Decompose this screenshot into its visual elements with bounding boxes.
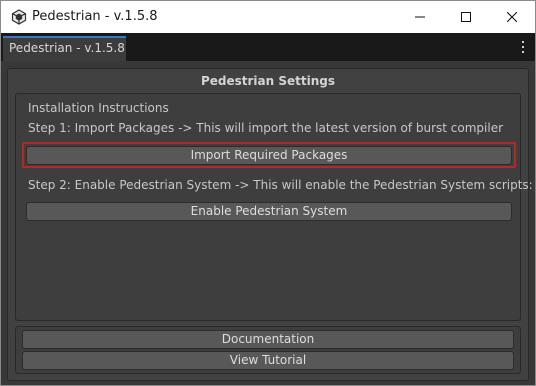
minimize-button[interactable] — [397, 1, 443, 33]
enable-system-button[interactable]: Enable Pedestrian System — [26, 202, 512, 221]
import-packages-button[interactable]: Import Required Packages — [26, 146, 512, 165]
step2-text: Step 2: Enable Pedestrian System -> This… — [28, 178, 533, 192]
maximize-button[interactable] — [443, 1, 489, 33]
installation-header: Installation Instructions — [28, 101, 169, 115]
window-title: Pedestrian - v.1.5.8 — [32, 9, 158, 24]
tab-pedestrian[interactable]: Pedestrian - v.1.5.8 — [3, 36, 126, 61]
documentation-button[interactable]: Documentation — [22, 330, 514, 349]
close-button[interactable] — [489, 1, 535, 33]
editor-window: Pedestrian - v.1.5.8 Pedestrian - v.1.5.… — [0, 0, 536, 386]
unity-icon — [11, 9, 27, 25]
title-bar[interactable]: Pedestrian - v.1.5.8 — [1, 1, 535, 33]
settings-panel: Pedestrian Settings Installation Instruc… — [7, 68, 533, 381]
maximize-icon — [461, 12, 471, 22]
minimize-icon — [415, 16, 425, 18]
footer-section: Documentation View Tutorial — [15, 326, 521, 374]
installation-section: Installation Instructions Step 1: Import… — [15, 93, 533, 321]
close-icon — [507, 12, 517, 22]
kebab-menu-icon[interactable] — [519, 39, 527, 55]
tab-strip: Pedestrian - v.1.5.8 — [1, 33, 535, 61]
step1-text: Step 1: Import Packages -> This will imp… — [28, 121, 504, 135]
panel-title: Pedestrian Settings — [200, 74, 336, 88]
view-tutorial-button[interactable]: View Tutorial — [22, 351, 514, 370]
